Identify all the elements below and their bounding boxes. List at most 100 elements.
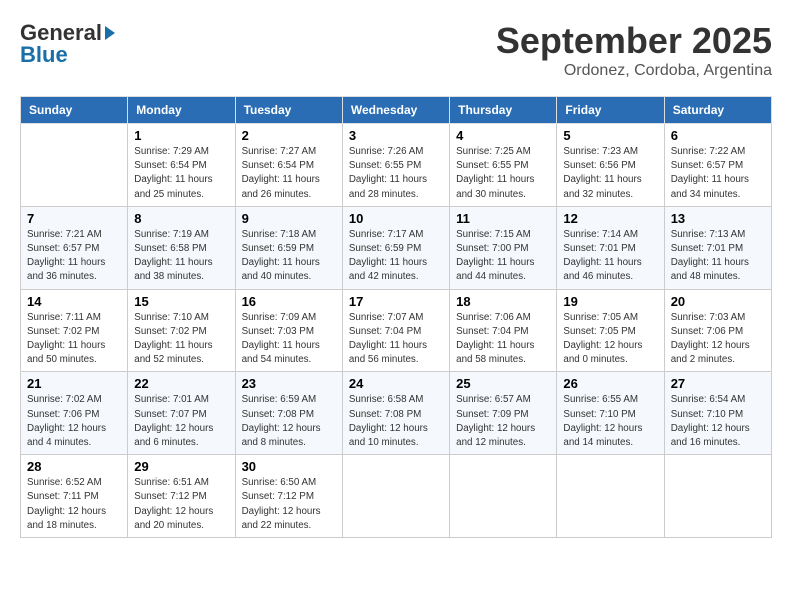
day-number: 13 <box>671 211 765 226</box>
calendar-cell: 21 Sunrise: 7:02 AM Sunset: 7:06 PM Dayli… <box>21 372 128 455</box>
calendar-cell: 26Sunrise: 6:55 AM Sunset: 7:10 PM Dayli… <box>557 372 664 455</box>
day-info: Sunrise: 6:52 AM Sunset: 7:11 PM Dayligh… <box>27 476 121 533</box>
calendar-cell: 5Sunrise: 7:23 AM Sunset: 6:56 PM Daylig… <box>557 124 664 207</box>
day-info: Sunrise: 6:54 AM Sunset: 7:10 PM Dayligh… <box>671 393 765 450</box>
week-row-4: 28Sunrise: 6:52 AM Sunset: 7:11 PM Dayli… <box>21 455 772 538</box>
header-tuesday: Tuesday <box>235 97 342 124</box>
header-sunday: Sunday <box>21 97 128 124</box>
calendar-cell: 6 Sunrise: 7:22 AM Sunset: 6:57 PM Daylig… <box>664 124 771 207</box>
calendar-cell: 27 Sunrise: 6:54 AM Sunset: 7:10 PM Dayli… <box>664 372 771 455</box>
calendar-cell: 13 Sunrise: 7:13 AM Sunset: 7:01 PM Dayli… <box>664 206 771 289</box>
day-info: Sunrise: 7:03 AM Sunset: 7:06 PM Dayligh… <box>671 311 765 368</box>
day-info: Sunrise: 6:59 AM Sunset: 7:08 PM Dayligh… <box>242 393 336 450</box>
calendar-cell <box>664 455 771 538</box>
day-number: 14 <box>27 294 121 309</box>
calendar-cell: 11 Sunrise: 7:15 AM Sunset: 7:00 PM Dayli… <box>450 206 557 289</box>
header-friday: Friday <box>557 97 664 124</box>
calendar-cell: 3Sunrise: 7:26 AM Sunset: 6:55 PM Daylig… <box>342 124 449 207</box>
day-number: 8 <box>134 211 228 226</box>
day-info: Sunrise: 7:14 AM Sunset: 7:01 PM Dayligh… <box>563 228 657 285</box>
day-info: Sunrise: 7:07 AM Sunset: 7:04 PM Dayligh… <box>349 311 443 368</box>
day-info: Sunrise: 7:11 AM Sunset: 7:02 PM Dayligh… <box>27 311 121 368</box>
day-info: Sunrise: 7:13 AM Sunset: 7:01 PM Dayligh… <box>671 228 765 285</box>
calendar-cell <box>557 455 664 538</box>
day-number: 27 <box>671 376 765 391</box>
calendar-cell: 30 Sunrise: 6:50 AM Sunset: 7:12 PM Dayli… <box>235 455 342 538</box>
week-row-3: 21 Sunrise: 7:02 AM Sunset: 7:06 PM Dayli… <box>21 372 772 455</box>
day-info: Sunrise: 7:29 AM Sunset: 6:54 PM Dayligh… <box>134 145 228 202</box>
day-info: Sunrise: 7:18 AM Sunset: 6:59 PM Dayligh… <box>242 228 336 285</box>
day-number: 21 <box>27 376 121 391</box>
day-info: Sunrise: 6:51 AM Sunset: 7:12 PM Dayligh… <box>134 476 228 533</box>
day-number: 29 <box>134 459 228 474</box>
day-number: 25 <box>456 376 550 391</box>
day-info: Sunrise: 7:02 AM Sunset: 7:06 PM Dayligh… <box>27 393 121 450</box>
calendar-cell <box>342 455 449 538</box>
calendar-cell: 16Sunrise: 7:09 AM Sunset: 7:03 PM Dayli… <box>235 289 342 372</box>
day-number: 15 <box>134 294 228 309</box>
header: General Blue September 2025 Ordonez, Cor… <box>20 20 772 80</box>
day-info: Sunrise: 7:09 AM Sunset: 7:03 PM Dayligh… <box>242 311 336 368</box>
calendar-cell: 7Sunrise: 7:21 AM Sunset: 6:57 PM Daylig… <box>21 206 128 289</box>
day-info: Sunrise: 7:10 AM Sunset: 7:02 PM Dayligh… <box>134 311 228 368</box>
calendar-cell: 12 Sunrise: 7:14 AM Sunset: 7:01 PM Dayli… <box>557 206 664 289</box>
header-wednesday: Wednesday <box>342 97 449 124</box>
calendar-header-row: SundayMondayTuesdayWednesdayThursdayFrid… <box>21 97 772 124</box>
calendar-cell: 4Sunrise: 7:25 AM Sunset: 6:55 PM Daylig… <box>450 124 557 207</box>
day-info: Sunrise: 7:06 AM Sunset: 7:04 PM Dayligh… <box>456 311 550 368</box>
calendar-cell: 8 Sunrise: 7:19 AM Sunset: 6:58 PM Daylig… <box>128 206 235 289</box>
day-number: 5 <box>563 128 657 143</box>
day-info: Sunrise: 6:50 AM Sunset: 7:12 PM Dayligh… <box>242 476 336 533</box>
day-number: 24 <box>349 376 443 391</box>
calendar-cell: 14 Sunrise: 7:11 AM Sunset: 7:02 PM Dayli… <box>21 289 128 372</box>
day-number: 1 <box>134 128 228 143</box>
calendar-cell: 25Sunrise: 6:57 AM Sunset: 7:09 PM Dayli… <box>450 372 557 455</box>
day-info: Sunrise: 7:05 AM Sunset: 7:05 PM Dayligh… <box>563 311 657 368</box>
calendar-cell: 15 Sunrise: 7:10 AM Sunset: 7:02 PM Dayli… <box>128 289 235 372</box>
calendar-cell: 2 Sunrise: 7:27 AM Sunset: 6:54 PM Daylig… <box>235 124 342 207</box>
day-info: Sunrise: 7:17 AM Sunset: 6:59 PM Dayligh… <box>349 228 443 285</box>
header-saturday: Saturday <box>664 97 771 124</box>
calendar-cell: 23Sunrise: 6:59 AM Sunset: 7:08 PM Dayli… <box>235 372 342 455</box>
week-row-2: 14 Sunrise: 7:11 AM Sunset: 7:02 PM Dayli… <box>21 289 772 372</box>
calendar-cell: 24 Sunrise: 6:58 AM Sunset: 7:08 PM Dayli… <box>342 372 449 455</box>
calendar-cell: 29 Sunrise: 6:51 AM Sunset: 7:12 PM Dayli… <box>128 455 235 538</box>
calendar-cell: 9 Sunrise: 7:18 AM Sunset: 6:59 PM Daylig… <box>235 206 342 289</box>
month-title: September 2025 <box>496 20 772 62</box>
day-number: 30 <box>242 459 336 474</box>
day-number: 2 <box>242 128 336 143</box>
day-number: 11 <box>456 211 550 226</box>
location-title: Ordonez, Cordoba, Argentina <box>496 62 772 80</box>
day-info: Sunrise: 7:22 AM Sunset: 6:57 PM Dayligh… <box>671 145 765 202</box>
day-number: 17 <box>349 294 443 309</box>
day-info: Sunrise: 7:27 AM Sunset: 6:54 PM Dayligh… <box>242 145 336 202</box>
day-number: 6 <box>671 128 765 143</box>
day-number: 10 <box>349 211 443 226</box>
day-number: 9 <box>242 211 336 226</box>
day-info: Sunrise: 7:19 AM Sunset: 6:58 PM Dayligh… <box>134 228 228 285</box>
calendar-cell <box>21 124 128 207</box>
day-info: Sunrise: 7:26 AM Sunset: 6:55 PM Dayligh… <box>349 145 443 202</box>
logo-arrow-icon <box>105 26 115 40</box>
calendar-table: SundayMondayTuesdayWednesdayThursdayFrid… <box>20 96 772 538</box>
day-info: Sunrise: 7:01 AM Sunset: 7:07 PM Dayligh… <box>134 393 228 450</box>
calendar-cell: 22 Sunrise: 7:01 AM Sunset: 7:07 PM Dayli… <box>128 372 235 455</box>
calendar-cell: 18 Sunrise: 7:06 AM Sunset: 7:04 PM Dayli… <box>450 289 557 372</box>
day-info: Sunrise: 7:15 AM Sunset: 7:00 PM Dayligh… <box>456 228 550 285</box>
day-number: 18 <box>456 294 550 309</box>
day-number: 12 <box>563 211 657 226</box>
day-info: Sunrise: 7:25 AM Sunset: 6:55 PM Dayligh… <box>456 145 550 202</box>
calendar-cell: 10 Sunrise: 7:17 AM Sunset: 6:59 PM Dayli… <box>342 206 449 289</box>
calendar-cell: 1 Sunrise: 7:29 AM Sunset: 6:54 PM Daylig… <box>128 124 235 207</box>
day-number: 22 <box>134 376 228 391</box>
calendar-cell: 28Sunrise: 6:52 AM Sunset: 7:11 PM Dayli… <box>21 455 128 538</box>
day-number: 7 <box>27 211 121 226</box>
day-number: 20 <box>671 294 765 309</box>
logo-blue: Blue <box>20 42 68 68</box>
day-info: Sunrise: 6:58 AM Sunset: 7:08 PM Dayligh… <box>349 393 443 450</box>
calendar-cell: 20 Sunrise: 7:03 AM Sunset: 7:06 PM Dayli… <box>664 289 771 372</box>
calendar-cell: 17 Sunrise: 7:07 AM Sunset: 7:04 PM Dayli… <box>342 289 449 372</box>
day-number: 26 <box>563 376 657 391</box>
week-row-0: 1 Sunrise: 7:29 AM Sunset: 6:54 PM Daylig… <box>21 124 772 207</box>
calendar-cell <box>450 455 557 538</box>
